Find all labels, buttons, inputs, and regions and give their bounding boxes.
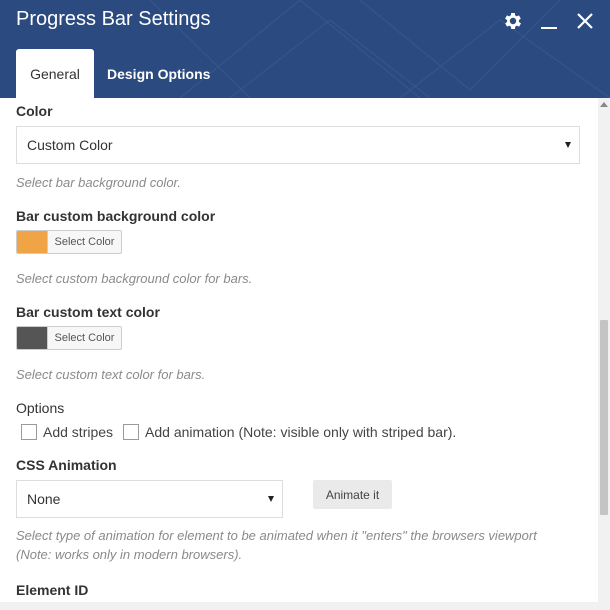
bar-text-label: Bar custom text color	[16, 304, 160, 320]
close-icon[interactable]	[574, 10, 596, 32]
css-animation-select[interactable]: None	[16, 480, 283, 518]
options-checkboxes: Add stripes Add animation (Note: visible…	[21, 424, 466, 440]
bar-text-help: Select custom text color for bars.	[16, 367, 206, 382]
color-label: Color	[16, 103, 53, 119]
chevron-down-icon	[268, 496, 274, 502]
css-animation-label: CSS Animation	[16, 457, 117, 473]
tab-design-options[interactable]: Design Options	[94, 49, 223, 98]
options-label: Options	[16, 400, 65, 416]
css-animation-value: None	[27, 491, 61, 507]
bar-bg-label: Bar custom background color	[16, 208, 216, 224]
bar-bg-color-picker[interactable]: Select Color	[16, 230, 122, 254]
dialog-title: Progress Bar Settings	[16, 8, 211, 30]
dialog-footer-bar	[0, 602, 610, 610]
element-id-label: Element ID	[16, 582, 89, 598]
animate-it-button[interactable]: Animate it	[313, 480, 392, 509]
gear-icon[interactable]	[502, 10, 524, 32]
color-select[interactable]: Custom Color	[16, 126, 580, 164]
tab-general[interactable]: General	[16, 49, 94, 98]
bar-bg-help: Select custom background color for bars.	[16, 271, 253, 286]
scrollbar-thumb[interactable]	[600, 320, 608, 515]
css-animation-help-1: Select type of animation for element to …	[16, 528, 537, 543]
dialog-header: Progress Bar Settings General Design Opt…	[0, 0, 610, 98]
add-animation-label[interactable]: Add animation (Note: visible only with s…	[145, 424, 456, 440]
bar-bg-select-color: Select Color	[47, 231, 121, 253]
color-select-value: Custom Color	[27, 137, 113, 153]
add-stripes-checkbox[interactable]	[21, 424, 37, 440]
scroll-up-icon[interactable]	[600, 102, 608, 107]
chevron-down-icon	[565, 142, 571, 148]
add-stripes-label[interactable]: Add stripes	[43, 424, 113, 440]
scrollbar[interactable]	[598, 98, 610, 606]
color-help: Select bar background color.	[16, 175, 182, 190]
bar-text-color-picker[interactable]: Select Color	[16, 326, 122, 350]
bar-bg-swatch	[17, 231, 47, 253]
bar-text-select-color: Select Color	[47, 327, 121, 349]
css-animation-help-2: (Note: works only in modern browsers).	[16, 547, 243, 562]
minimize-icon[interactable]	[538, 10, 560, 32]
add-animation-checkbox[interactable]	[123, 424, 140, 440]
bar-text-swatch	[17, 327, 47, 349]
